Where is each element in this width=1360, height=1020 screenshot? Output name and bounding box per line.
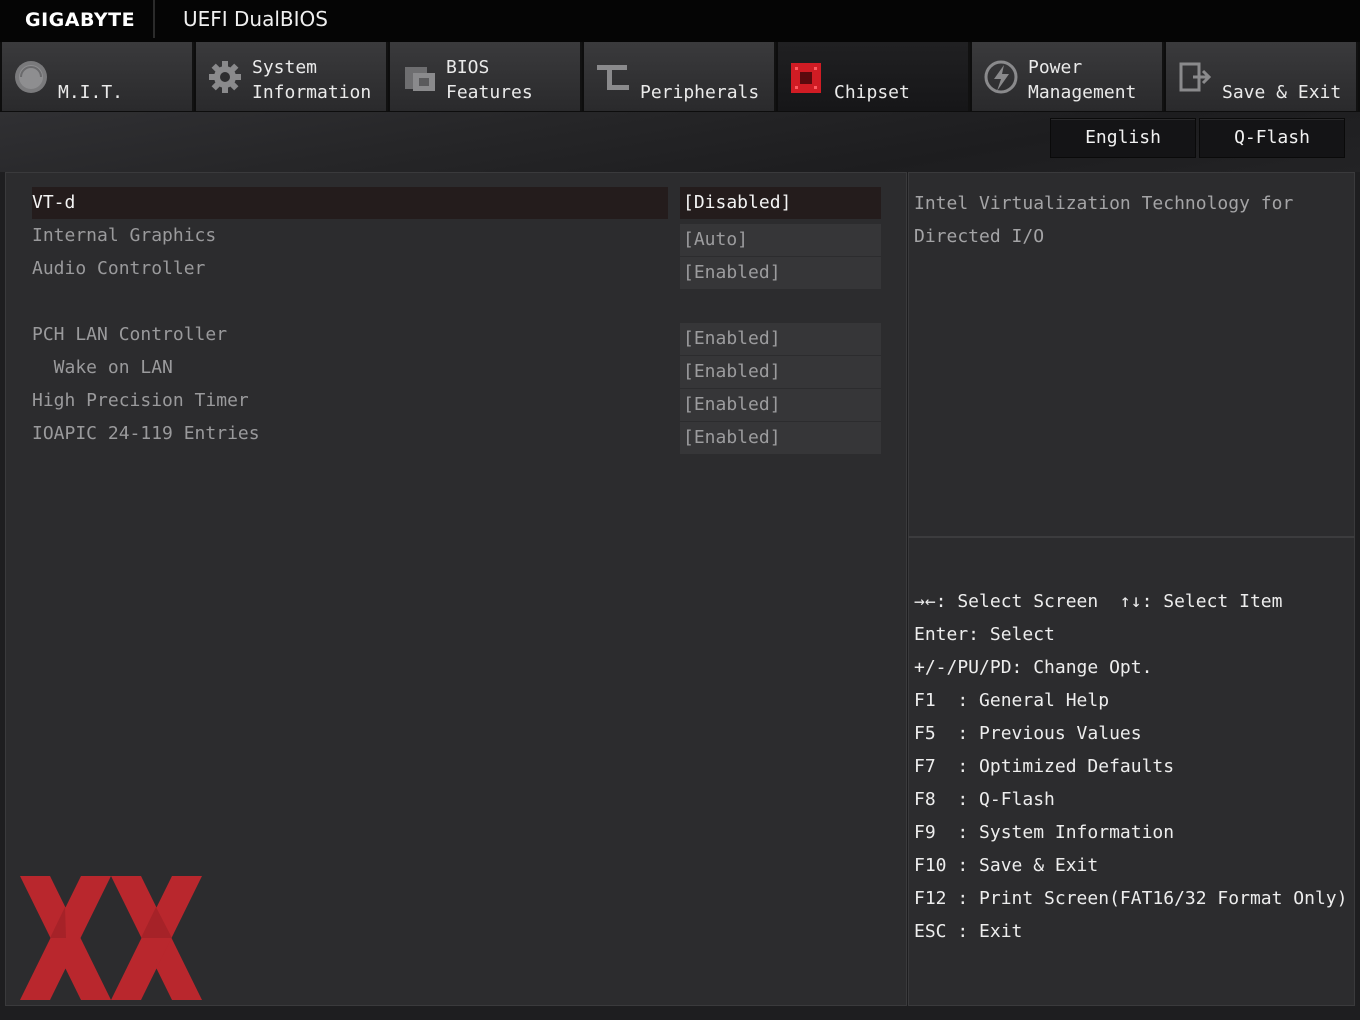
tab-label: Peripherals [640, 82, 760, 103]
setting-vt-d-value[interactable]: [Disabled] [680, 187, 881, 219]
tab-label: M.I.T. [58, 82, 124, 103]
bios-chip-icon [401, 59, 437, 95]
tab-label: Power Management [1028, 57, 1137, 103]
tab-label: Save & Exit [1222, 82, 1342, 103]
tab-peripherals[interactable]: Peripherals [584, 42, 776, 111]
key-help-line: Enter: Select [914, 624, 1055, 645]
key-help-line: +/-/PU/PD: Change Opt. [914, 657, 1153, 678]
chipset-icon [789, 59, 825, 95]
setting-vt-d-label[interactable]: VT-d [32, 187, 668, 219]
tab-chipset[interactable]: Chipset [778, 42, 970, 111]
setting-hpet-value[interactable]: [Enabled] [680, 389, 881, 421]
item-help-text: Intel Virtualization Technology for Dire… [914, 187, 1344, 253]
setting-hpet-label[interactable]: High Precision Timer [32, 385, 249, 417]
key-help-line: →←: Select Screen ↑↓: Select Item [914, 591, 1283, 612]
brand-logo: GIGABYTE [25, 9, 136, 31]
divider [153, 0, 155, 38]
key-help-list: →←: Select Screen ↑↓: Select Item Enter:… [914, 585, 1347, 948]
key-help-line: F1 : General Help [914, 690, 1110, 711]
setting-ioapic-label[interactable]: IOAPIC 24-119 Entries [32, 418, 260, 450]
setting-ioapic-value[interactable]: [Enabled] [680, 422, 881, 454]
tab-bios-features[interactable]: BIOS Features [390, 42, 582, 111]
tab-label: System Information [252, 57, 372, 103]
bios-title: UEFI DualBIOS [183, 7, 328, 31]
key-help-line: F5 : Previous Values [914, 723, 1142, 744]
setting-audio-controller-label[interactable]: Audio Controller [32, 253, 205, 285]
key-help-line: ESC : Exit [914, 921, 1023, 942]
qflash-button[interactable]: Q-Flash [1199, 118, 1345, 158]
key-help-line: F12 : Print Screen(FAT16/32 Format Only) [914, 888, 1348, 909]
power-bolt-icon [983, 59, 1019, 95]
key-help-line: F7 : Optimized Defaults [914, 756, 1175, 777]
setting-internal-graphics-value[interactable]: [Auto] [680, 224, 881, 256]
english-button[interactable]: English [1050, 118, 1196, 158]
tab-save-exit[interactable]: Save & Exit [1166, 42, 1358, 111]
title-bar: GIGABYTE UEFI DualBIOS [0, 0, 1360, 42]
setting-wake-on-lan-value[interactable]: [Enabled] [680, 356, 881, 388]
key-help-line: F8 : Q-Flash [914, 789, 1055, 810]
tab-system-information[interactable]: System Information [196, 42, 388, 111]
help-line: Directed I/O [914, 226, 1045, 247]
setting-audio-controller-value[interactable]: [Enabled] [680, 257, 881, 289]
exit-door-icon [1177, 59, 1213, 95]
usb-plug-icon [595, 59, 631, 95]
tab-label: Chipset [834, 82, 910, 103]
setting-internal-graphics-label[interactable]: Internal Graphics [32, 220, 216, 252]
tab-bar: M.I.T. System Information BIOS Features … [0, 42, 1360, 112]
help-line: Intel Virtualization Technology for [914, 193, 1294, 214]
setting-pch-lan-label[interactable]: PCH LAN Controller [32, 319, 227, 351]
gear-icon [207, 59, 243, 95]
tab-power-management[interactable]: Power Management [972, 42, 1164, 111]
setting-wake-on-lan-label[interactable]: Wake on LAN [32, 352, 173, 384]
key-help-line: F10 : Save & Exit [914, 855, 1099, 876]
key-help-line: F9 : System Information [914, 822, 1175, 843]
tab-label: BIOS Features [446, 57, 533, 103]
gauge-icon [13, 59, 49, 95]
setting-pch-lan-value[interactable]: [Enabled] [680, 323, 881, 355]
xx-logo-icon [20, 876, 202, 1000]
divider [908, 536, 1355, 538]
tab-mit[interactable]: M.I.T. [2, 42, 194, 111]
